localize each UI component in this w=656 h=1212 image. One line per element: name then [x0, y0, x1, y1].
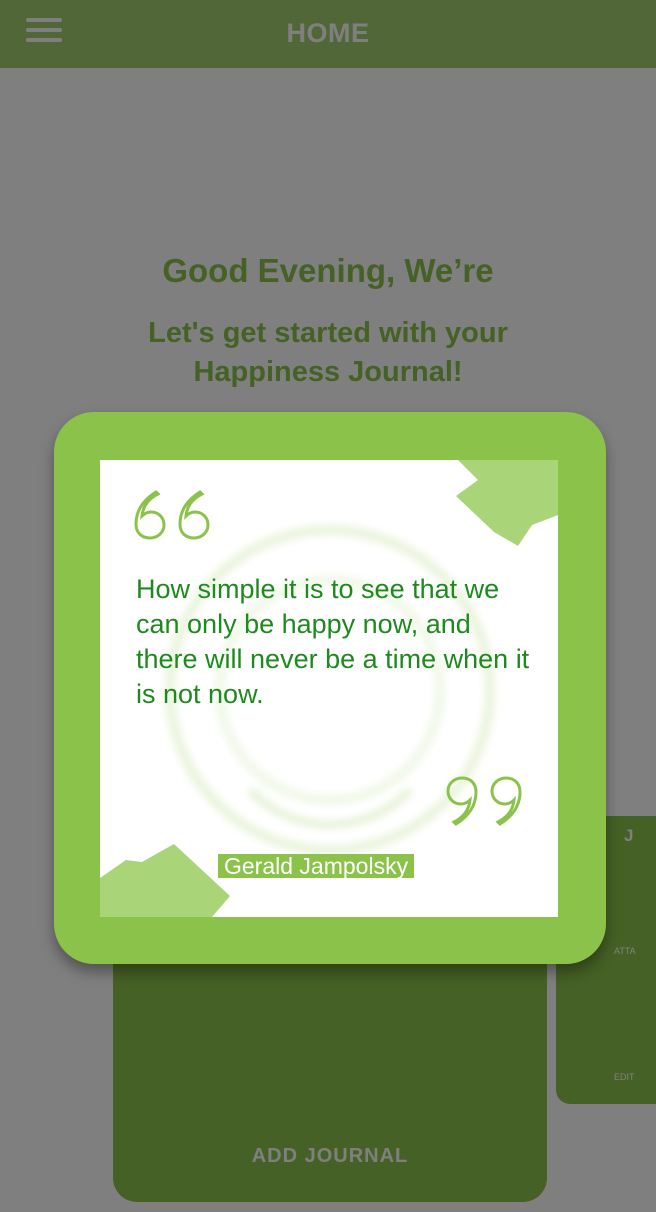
- bottom-left-shape: [100, 844, 230, 917]
- top-right-shape: [456, 460, 558, 546]
- open-quote-icon: [134, 490, 210, 540]
- quote-author: Gerald Jampolsky: [218, 854, 415, 878]
- quote-modal: How simple it is to see that we can only…: [54, 412, 606, 964]
- quote-text: How simple it is to see that we can only…: [136, 574, 530, 709]
- quote-card: How simple it is to see that we can only…: [100, 460, 558, 917]
- close-quote-icon: [446, 776, 522, 826]
